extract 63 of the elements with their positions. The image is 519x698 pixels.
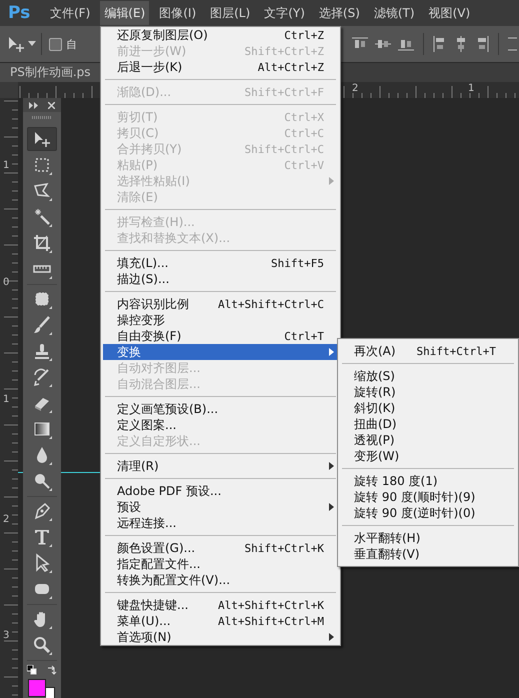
ruler-number: 1: [3, 160, 10, 171]
menu-item[interactable]: 旋转 90 度(逆时针)(0): [340, 505, 516, 521]
checkbox-label: 自: [66, 36, 77, 52]
menu-bar-item[interactable]: 文件(F): [46, 1, 94, 25]
menu-item[interactable]: 描边(S)...: [103, 271, 338, 287]
menu-item[interactable]: 指定配置文件...: [103, 556, 338, 572]
ruler-number: 0: [3, 277, 10, 288]
menu-item[interactable]: 旋转(R): [340, 384, 516, 400]
menu-item[interactable]: 操控变形: [103, 312, 338, 328]
menu-item[interactable]: 填充(L)... Shift+F5: [103, 255, 338, 271]
ruler-number: 2: [3, 514, 10, 525]
shortcut-text: Ctrl+Z: [284, 28, 324, 42]
menu-item[interactable]: 缩放(S): [340, 368, 516, 384]
menu-bar-item[interactable]: 图像(I): [155, 1, 200, 25]
shortcut-text: Shift+Ctrl+F: [244, 86, 324, 98]
menu-bar-item[interactable]: 视图(V): [424, 1, 474, 25]
menu-item[interactable]: 远程连接...: [103, 515, 338, 531]
shortcut-text: Ctrl+C: [284, 126, 324, 140]
menu-item[interactable]: 垂直翻转(V): [340, 546, 516, 562]
menu-bar-item[interactable]: 编辑(E): [100, 1, 150, 25]
menu-item[interactable]: 斜切(K): [340, 400, 516, 416]
menu-item[interactable]: 键盘快捷键... Alt+Shift+Ctrl+K: [103, 597, 338, 613]
shortcut-text: Shift+Ctrl+Z: [244, 44, 324, 58]
app-logo: Ps: [7, 3, 32, 23]
shortcut-text: Alt+Ctrl+Z: [258, 60, 324, 74]
shortcut-text: Alt+Shift+Ctrl+C: [218, 298, 324, 310]
shortcut-text: Ctrl+V: [284, 158, 324, 172]
shortcut-text: Shift+Ctrl+C: [244, 142, 324, 156]
shortcut-text: Ctrl+X: [284, 110, 324, 124]
document-tab[interactable]: PS制作动画.ps: [0, 63, 100, 82]
shortcut-text: Shift+F5: [271, 256, 324, 270]
menu-item[interactable]: 旋转 180 度(1): [340, 473, 516, 489]
menu-bar-item[interactable]: 滤镜(T): [370, 1, 419, 25]
menu-item[interactable]: 还原复制图层(O) Ctrl+Z: [103, 27, 338, 43]
menu-item[interactable]: 定义图案...: [103, 417, 338, 433]
menu-item[interactable]: 后退一步(K) Alt+Ctrl+Z: [103, 59, 338, 75]
menu-item[interactable]: 变换: [103, 344, 338, 360]
menu-item[interactable]: 定义画笔预设(B)...: [103, 401, 338, 417]
menu-item[interactable]: 变形(W): [340, 448, 516, 464]
shortcut-text: Alt+Shift+Ctrl+K: [218, 598, 324, 612]
menu-item[interactable]: 再次(A) Shift+Ctrl+T: [340, 343, 516, 359]
menu-item[interactable]: 自由变换(F) Ctrl+T: [103, 328, 338, 344]
menu-item[interactable]: 透视(P): [340, 432, 516, 448]
menu-item[interactable]: 首选项(N): [103, 629, 338, 645]
menu-item[interactable]: 颜色设置(G)... Shift+Ctrl+K: [103, 540, 338, 556]
menu-item[interactable]: Adobe PDF 预设...: [103, 483, 338, 499]
shortcut-text: Shift+Ctrl+T: [416, 344, 496, 358]
menu-item[interactable]: 菜单(U)... Alt+Shift+Ctrl+M: [103, 613, 338, 629]
shortcut-text: Alt+Shift+Ctrl+M: [218, 614, 324, 628]
menu-item[interactable]: 水平翻转(H): [340, 530, 516, 546]
ruler-number: 1: [3, 394, 10, 405]
menu-bar-item[interactable]: 文字(Y): [260, 1, 309, 25]
ruler-number: 1: [468, 83, 474, 94]
ruler-number: 3: [3, 630, 10, 641]
menu-item[interactable]: 转换为配置文件(V)...: [103, 572, 338, 588]
menu-bar-item[interactable]: 选择(S): [314, 1, 364, 25]
shortcut-text: Shift+Ctrl+K: [244, 542, 324, 554]
shortcut-text: Ctrl+T: [284, 330, 324, 342]
menu-bar-item[interactable]: 图层(L): [206, 1, 254, 25]
menu-item[interactable]: 旋转 90 度(顺时针)(9): [340, 489, 516, 505]
menu-item[interactable]: 扭曲(D): [340, 416, 516, 432]
menu-item[interactable]: 内容识别比例 Alt+Shift+Ctrl+C: [103, 296, 338, 312]
ruler-number: 2: [352, 83, 358, 94]
